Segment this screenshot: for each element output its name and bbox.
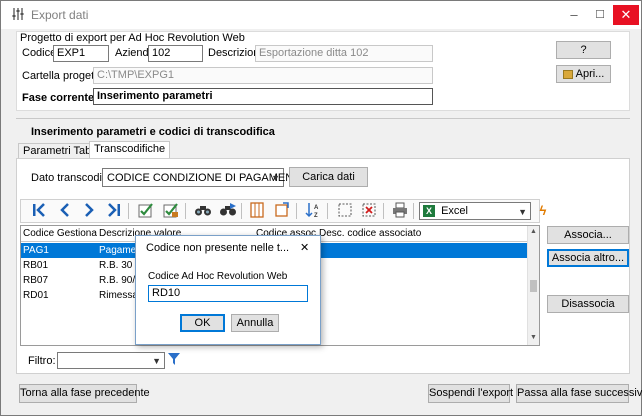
scroll-down-icon[interactable]: ▼ — [530, 334, 537, 341]
check-icon[interactable] — [137, 202, 155, 220]
dato-transcodifica-select[interactable]: CODICE CONDIZIONE DI PAGAMENTO ▼ — [102, 168, 308, 187]
excel-icon: X — [423, 205, 435, 218]
svg-text:A: A — [314, 205, 319, 211]
open-button-label: Apri... — [575, 68, 605, 80]
dialog-ok-button[interactable]: OK — [180, 314, 225, 332]
descrizione-field: Esportazione ditta 102 — [255, 45, 433, 62]
dialog-cancel-button[interactable]: Annulla — [231, 314, 279, 332]
print-icon[interactable] — [391, 202, 409, 220]
next-phase-button[interactable]: Passa alla fase successiva — [516, 384, 642, 403]
cell-codice: RB07 — [23, 275, 49, 286]
toolbar-separator — [296, 203, 297, 219]
column-header[interactable]: Desc. codice associato — [319, 227, 459, 241]
fase-field: Inserimento parametri — [93, 88, 433, 105]
dialog-field-label: Codice Ad Hoc Revolution Web — [148, 271, 288, 282]
prev-icon[interactable] — [56, 202, 74, 220]
svg-text:Z: Z — [314, 213, 318, 218]
previous-phase-button[interactable]: Torna alla fase precedente — [19, 384, 150, 403]
associa-altro-button[interactable]: Associa altro... — [547, 249, 629, 267]
check-all-icon[interactable] — [162, 202, 180, 220]
toolbar-separator — [185, 203, 186, 219]
toolbar-separator — [128, 203, 129, 219]
azienda-field[interactable]: 102 — [148, 45, 203, 62]
project-group-title: Progetto di export per Ad Hoc Revolution… — [20, 32, 245, 44]
fase-label: Fase corrente: — [22, 92, 98, 104]
cartella-field: C:\TMP\EXPG1 — [93, 67, 433, 84]
select-box-icon[interactable] — [336, 202, 354, 220]
toolbar-separator — [383, 203, 384, 219]
chevron-down-icon: ▼ — [152, 356, 161, 366]
last-icon[interactable] — [105, 202, 123, 220]
missing-code-dialog: Codice non presente nelle t... ✕ Codice … — [135, 235, 321, 345]
title-bar: Export dati – ☐ ✕ — [1, 1, 641, 29]
chevron-down-icon: ▼ — [271, 173, 280, 183]
export-icon[interactable] — [273, 202, 291, 220]
open-folder-icon — [562, 69, 573, 79]
next-icon[interactable] — [80, 202, 98, 220]
scroll-up-icon[interactable]: ▲ — [530, 228, 537, 235]
scroll-thumb[interactable] — [530, 280, 537, 292]
first-icon[interactable] — [30, 202, 48, 220]
close-button[interactable]: ✕ — [613, 5, 639, 25]
maximize-button[interactable]: ☐ — [587, 5, 613, 25]
help-button[interactable]: ? — [556, 41, 611, 59]
cell-codice: RB01 — [23, 260, 49, 271]
dialog-code-input[interactable]: RD10 — [148, 285, 308, 302]
toolbar-separator — [241, 203, 242, 219]
binoculars-icon[interactable] — [194, 202, 212, 220]
dialog-close-button[interactable]: ✕ — [300, 241, 309, 254]
suspend-export-button[interactable]: Sospendi l'export — [428, 384, 513, 403]
grid-scrollbar[interactable]: ▲ ▼ — [527, 226, 539, 345]
column-header[interactable]: Codice Gestionale 1 — [23, 227, 97, 241]
lightning-icon[interactable]: ϟ — [534, 202, 552, 220]
section-title: Inserimento parametri e codici di transc… — [31, 126, 275, 138]
cell-codice: PAG1 — [23, 245, 49, 256]
associa-button[interactable]: Associa... — [547, 226, 629, 244]
open-button[interactable]: Apri... — [556, 65, 611, 83]
sort-az-icon[interactable]: AZ — [304, 202, 322, 220]
chevron-down-icon: ▼ — [518, 207, 527, 217]
sliders-icon — [11, 7, 25, 21]
filtro-select[interactable]: ▼ — [57, 352, 165, 369]
minimize-button[interactable]: – — [561, 5, 587, 25]
toolbar-separator — [413, 203, 414, 219]
carica-dati-button[interactable]: Carica dati — [289, 167, 368, 187]
window-title: Export dati — [31, 8, 89, 22]
toolbar-separator — [327, 203, 328, 219]
deselect-icon[interactable] — [360, 202, 378, 220]
cell-codice: RD01 — [23, 290, 49, 301]
columns-icon[interactable] — [248, 202, 266, 220]
filter-icon[interactable] — [168, 353, 180, 368]
disassocia-button[interactable]: Disassocia — [547, 295, 629, 313]
separator — [16, 118, 630, 119]
find-next-icon[interactable] — [219, 202, 237, 220]
filtro-label: Filtro: — [28, 355, 56, 367]
tab-transcodifiche[interactable]: Transcodifiche — [89, 141, 171, 159]
export-window: Export dati – ☐ ✕ Progetto di export per… — [0, 0, 642, 416]
codice-field[interactable]: EXP1 — [53, 45, 109, 62]
export-format-value: Excel — [441, 205, 468, 218]
export-format-select[interactable]: X Excel ▼ — [419, 202, 531, 220]
dialog-title: Codice non presente nelle t... — [146, 242, 290, 254]
